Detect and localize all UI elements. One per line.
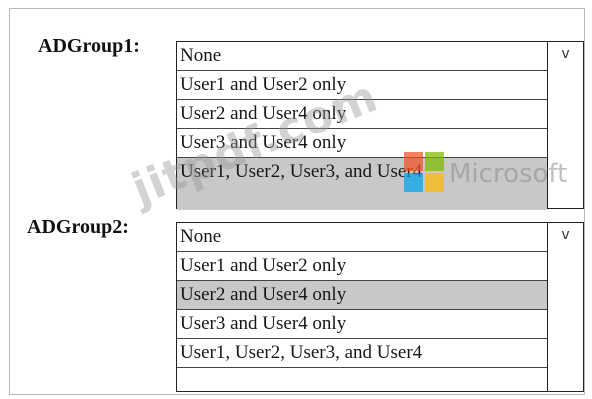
adgroup1-dropdown[interactable]: None User1 and User2 only User2 and User… <box>176 41 584 210</box>
adgroup1-option-user2-user4[interactable]: User2 and User4 only <box>177 100 547 129</box>
adgroup1-option-none[interactable]: None <box>177 42 547 71</box>
adgroup2-option-user1-user2[interactable]: User1 and User2 only <box>177 252 547 281</box>
chevron-down-icon: v <box>561 46 570 62</box>
adgroup2-option-user2-user4[interactable]: User2 and User4 only <box>177 281 547 310</box>
adgroup2-label: ADGroup2: <box>27 216 129 238</box>
adgroup2-option-none[interactable]: None <box>177 223 547 252</box>
adgroup2-option-all-users[interactable]: User1, User2, User3, and User4 <box>177 339 547 368</box>
adgroup2-option-list: None User1 and User2 only User2 and User… <box>177 223 547 391</box>
adgroup1-option-user3-user4[interactable]: User3 and User4 only <box>177 129 547 158</box>
answer-area: ADGroup1: None User1 and User2 only User… <box>0 0 592 399</box>
chevron-down-icon: v <box>561 227 570 243</box>
adgroup1-option-all-users[interactable]: User1, User2, User3, and User4 <box>177 158 547 210</box>
adgroup2-dropdown-toggle[interactable]: v <box>547 223 583 391</box>
adgroup2-dropdown[interactable]: None User1 and User2 only User2 and User… <box>176 222 584 392</box>
adgroup1-dropdown-toggle[interactable]: v <box>547 42 583 208</box>
adgroup1-label: ADGroup1: <box>38 35 140 57</box>
adgroup1-option-list: None User1 and User2 only User2 and User… <box>177 42 547 210</box>
adgroup1-option-user1-user2[interactable]: User1 and User2 only <box>177 71 547 100</box>
adgroup2-option-user3-user4[interactable]: User3 and User4 only <box>177 310 547 339</box>
